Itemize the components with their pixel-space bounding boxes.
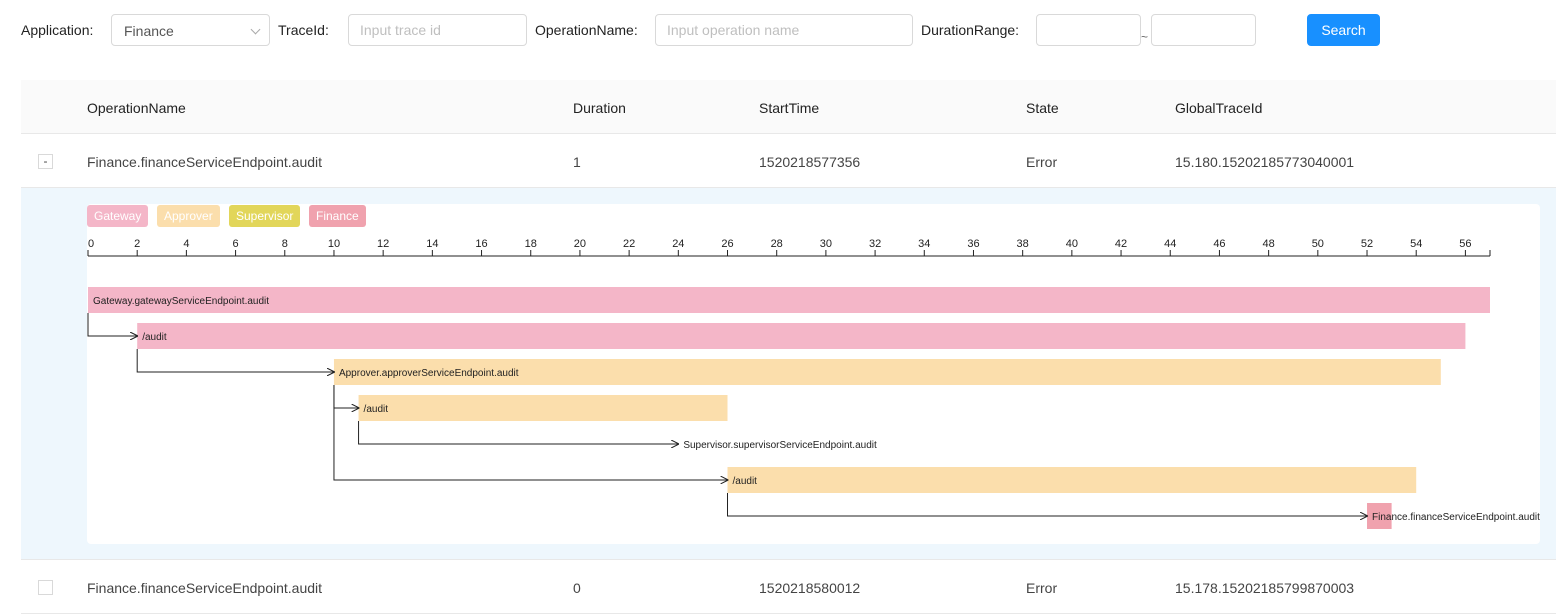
application-select-value: Finance — [124, 23, 174, 39]
column-header-operation: OperationName — [87, 100, 186, 116]
span-connector — [358, 421, 679, 444]
table-row[interactable]: - Finance.financeServiceEndpoint.audit 1… — [21, 134, 1556, 188]
span-bar — [727, 467, 1417, 493]
span-connector — [727, 493, 1368, 516]
cell-globaltraceid: 15.178.15202185799870003 — [1175, 580, 1355, 596]
axis-tick-label: 36 — [967, 238, 979, 250]
search-bar: Application: Finance TraceId: OperationN… — [0, 0, 1558, 60]
axis-tick-label: 28 — [771, 238, 783, 250]
axis-tick-label: 42 — [1115, 238, 1127, 250]
cell-starttime: 1520218580012 — [759, 580, 861, 596]
cell-operation: Finance.financeServiceEndpoint.audit — [87, 580, 323, 596]
application-label: Application: — [21, 22, 94, 38]
search-button[interactable]: Search — [1307, 14, 1380, 46]
operation-name-input[interactable] — [655, 14, 913, 46]
span-label: /audit — [142, 332, 167, 343]
span-connector — [136, 349, 334, 372]
axis-tick-label: 24 — [672, 238, 684, 250]
traceid-input[interactable] — [348, 14, 527, 46]
cell-state: Error — [1026, 154, 1058, 170]
trace-panel: Gateway Approver Supervisor Finance 0246… — [87, 204, 1540, 544]
axis-tick-label: 54 — [1410, 238, 1422, 250]
span-bar — [137, 323, 1466, 349]
column-header-duration: Duration — [573, 100, 626, 116]
axis-tick-label: 18 — [525, 238, 537, 250]
span-label: Approver.approverServiceEndpoint.audit — [339, 368, 519, 379]
collapse-row-button[interactable]: - — [38, 154, 53, 169]
cell-globaltraceid: 15.180.15202185773040001 — [1175, 154, 1355, 170]
column-header-state: State — [1026, 100, 1059, 116]
axis-tick-label: 44 — [1164, 238, 1176, 250]
span-label: /audit — [364, 404, 389, 415]
table-row[interactable]: Finance.financeServiceEndpoint.audit 0 1… — [21, 560, 1556, 614]
axis-tick-label: 2 — [134, 238, 140, 250]
axis-tick-label: 8 — [282, 238, 288, 250]
chevron-down-icon — [250, 24, 261, 35]
duration-range-label: DurationRange: — [921, 22, 1020, 38]
span-label: Gateway.gatewayServiceEndpoint.audit — [93, 296, 269, 307]
axis-tick-label: 50 — [1312, 238, 1324, 250]
cell-starttime: 1520218577356 — [759, 154, 861, 170]
axis-tick-label: 56 — [1459, 238, 1471, 250]
axis-tick-label: 12 — [377, 238, 389, 250]
axis-tick-label: 48 — [1263, 238, 1275, 250]
axis-tick-label: 0 — [88, 238, 94, 250]
span-label: Supervisor.supervisorServiceEndpoint.aud… — [683, 440, 877, 451]
cell-duration: 1 — [573, 154, 581, 170]
axis-tick-label: 4 — [183, 238, 189, 250]
duration-min-input[interactable] — [1036, 14, 1141, 46]
range-separator: ~ — [1141, 30, 1149, 44]
trace-timeline: 0 2 4 6 8 10 12 14 16 18 20 22 24 26 28 30 32 34 36 38 40 42 4… — [87, 238, 1540, 529]
axis-tick-label: 20 — [574, 238, 586, 250]
cell-state: Error — [1026, 580, 1058, 596]
axis-tick-label: 6 — [233, 238, 239, 250]
column-header-globaltraceid: GlobalTraceId — [1175, 100, 1263, 116]
axis-tick-label: 32 — [869, 238, 881, 250]
axis-tick-label: 34 — [918, 238, 930, 250]
span-connector — [333, 385, 359, 408]
axis-tick-label: 46 — [1213, 238, 1225, 250]
span-label: Finance.financeServiceEndpoint.audit — [1372, 512, 1540, 523]
cell-duration: 0 — [573, 580, 581, 596]
axis-tick-label: 40 — [1066, 238, 1078, 250]
axis-tick-label: 38 — [1017, 238, 1029, 250]
axis-tick-label: 26 — [721, 238, 733, 250]
operation-name-label: OperationName: — [535, 22, 638, 38]
axis-tick-label: 52 — [1361, 238, 1373, 250]
span-bar — [358, 395, 728, 421]
span-connector — [87, 313, 137, 336]
expanded-row: Gateway Approver Supervisor Finance 0246… — [21, 188, 1556, 560]
table-header: OperationName Duration StartTime State G… — [21, 80, 1556, 134]
axis-tick-label: 16 — [475, 238, 487, 250]
axis-tick-label: 22 — [623, 238, 635, 250]
cell-operation: Finance.financeServiceEndpoint.audit — [87, 154, 323, 170]
span-label: /audit — [733, 476, 758, 487]
axis-tick-label: 14 — [426, 238, 438, 250]
span-bar — [88, 287, 1490, 313]
axis-tick-label: 30 — [820, 238, 832, 250]
application-select[interactable]: Finance — [111, 14, 270, 46]
traceid-label: TraceId: — [278, 22, 329, 38]
axis-tick-label: 10 — [328, 238, 340, 250]
duration-max-input[interactable] — [1151, 14, 1256, 46]
column-header-starttime: StartTime — [759, 100, 820, 116]
